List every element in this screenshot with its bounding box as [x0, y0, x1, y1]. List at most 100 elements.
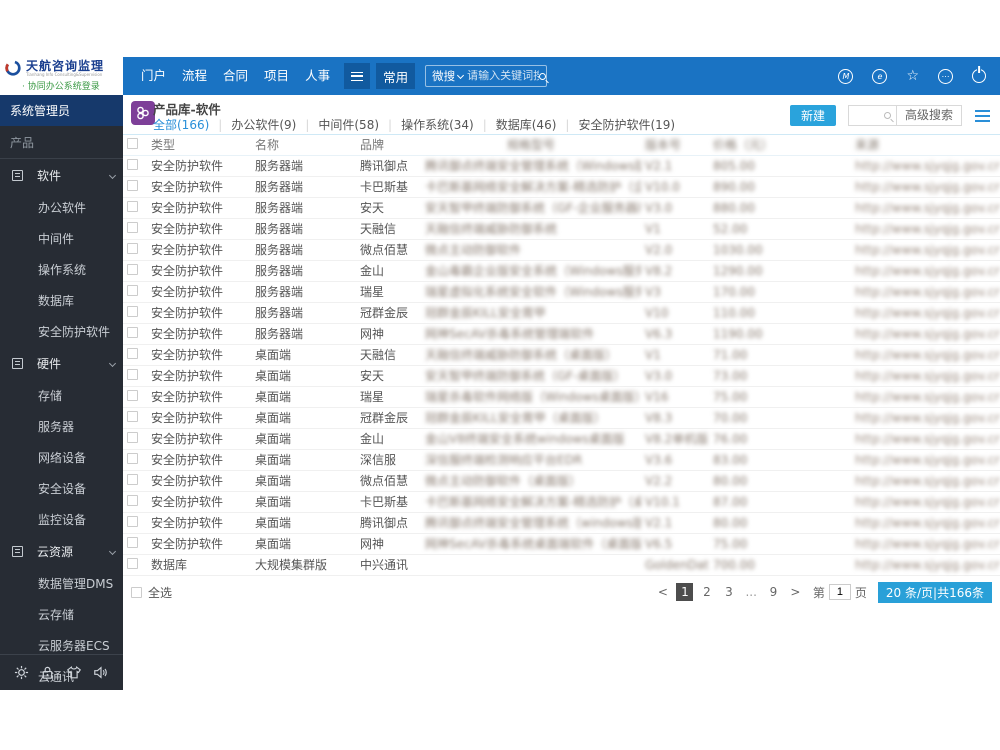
table-row[interactable]: 安全防护软件 服务器端 天融信 天融信终端威胁防御系统 V1 52.00 htt…: [123, 218, 1000, 240]
sidebar-item[interactable]: 硬件: [0, 347, 123, 380]
sidebar-item[interactable]: 监控设备: [0, 504, 123, 535]
m-badge-icon[interactable]: M: [838, 68, 854, 84]
page-button[interactable]: 1: [676, 583, 694, 601]
nav-item[interactable]: 人事: [297, 57, 338, 95]
row-checkbox[interactable]: [127, 158, 138, 170]
menu-toggle-button[interactable]: [344, 63, 371, 89]
row-checkbox[interactable]: [127, 557, 138, 569]
column-header-brand[interactable]: 品牌: [356, 135, 421, 156]
table-row[interactable]: 安全防护软件 桌面端 金山 金山V8终端安全系统windows桌面版 V8.2单…: [123, 428, 1000, 450]
sidebar-item[interactable]: 存储: [0, 380, 123, 411]
row-checkbox[interactable]: [127, 431, 138, 443]
row-checkbox[interactable]: [127, 536, 138, 548]
table-row[interactable]: 安全防护软件 服务器端 网神 网神SecAV杀毒系统管理端软件 V6.3 119…: [123, 323, 1000, 345]
page-size-summary-badge[interactable]: 20 条/页|共166条: [877, 581, 992, 603]
page-button[interactable]: ...: [742, 583, 759, 601]
page-button[interactable]: 9: [765, 583, 782, 601]
advanced-search-button[interactable]: 高级搜索: [895, 106, 961, 125]
table-row[interactable]: 安全防护软件 桌面端 卡巴斯基 卡巴斯基网络安全解决方案-精选防护（桌面） - …: [123, 491, 1000, 513]
row-checkbox[interactable]: [127, 452, 138, 464]
new-button[interactable]: 新建: [789, 105, 836, 126]
role-header[interactable]: 系统管理员: [0, 95, 123, 126]
global-search-input[interactable]: [467, 70, 540, 82]
table-row[interactable]: 安全防护软件 桌面端 冠群金辰 冠群金辰KILL安全胄甲（桌面版） V8.3 7…: [123, 407, 1000, 429]
sidebar-item[interactable]: 办公软件: [0, 192, 123, 223]
pinned-tab[interactable]: 常用: [376, 63, 416, 89]
table-row[interactable]: 安全防护软件 桌面端 深信服 深信服终端检测响应平台EDR V3.6 83.00…: [123, 449, 1000, 471]
nav-item[interactable]: 合同: [215, 57, 256, 95]
power-logout-icon[interactable]: [972, 69, 986, 83]
column-header-type[interactable]: 类型: [147, 135, 251, 156]
nav-item[interactable]: 门户: [133, 57, 174, 95]
header-checkbox[interactable]: [127, 137, 138, 149]
column-header-name[interactable]: 名称: [251, 135, 356, 156]
row-checkbox[interactable]: [127, 515, 138, 527]
sidebar-item[interactable]: 服务器: [0, 411, 123, 442]
category-tab[interactable]: 全部(166): [153, 116, 209, 133]
row-checkbox[interactable]: [127, 200, 138, 212]
table-row[interactable]: 安全防护软件 服务器端 冠群金辰 冠群金辰KILL安全胄甲 V10 110.00…: [123, 302, 1000, 324]
sidebar-item[interactable]: 软件: [0, 159, 123, 192]
table-row[interactable]: 安全防护软件 桌面端 天融信 天融信终端威胁防御系统（桌面版） V1 71.00…: [123, 344, 1000, 366]
favorites-star-icon[interactable]: ☆: [906, 69, 919, 83]
row-checkbox[interactable]: [127, 284, 138, 296]
category-tab[interactable]: 数据库(46): [474, 116, 557, 133]
table-row[interactable]: 安全防护软件 服务器端 微点佰慧 微点主动防御软件 V2.0 1030.00 h…: [123, 239, 1000, 261]
table-row[interactable]: 安全防护软件 桌面端 微点佰慧 微点主动防御软件（桌面版） V2.2 80.00…: [123, 470, 1000, 492]
row-checkbox[interactable]: [127, 242, 138, 254]
column-header-source-blurred[interactable]: 来源: [851, 135, 1000, 156]
table-row[interactable]: 安全防护软件 服务器端 瑞星 瑞星虚拟化系统安全软件（Windows服务器） V…: [123, 281, 1000, 303]
table-row[interactable]: 安全防护软件 服务器端 腾讯御点 腾讯御点终端安全管理系统（Windows版） …: [123, 155, 1000, 177]
row-checkbox[interactable]: [127, 221, 138, 233]
column-header-version-blurred[interactable]: 版本号: [641, 135, 709, 156]
table-row[interactable]: 数据库 大规模集群版 中兴通讯 GoldenData s... 700.00 h…: [123, 554, 1000, 576]
sidebar-item[interactable]: 安全设备: [0, 473, 123, 504]
page-jump-input[interactable]: [828, 584, 851, 600]
row-checkbox[interactable]: [127, 179, 138, 191]
select-all-control[interactable]: 全选: [131, 584, 172, 601]
table-row[interactable]: 安全防护软件 服务器端 安天 安天智甲终端防御系统（GF-企业服务器版） V3.…: [123, 197, 1000, 219]
table-row[interactable]: 安全防护软件 服务器端 金山 金山毒霸企业版安全系统（Windows服务器版） …: [123, 260, 1000, 282]
category-tab[interactable]: 办公软件(9): [209, 116, 296, 133]
nav-item[interactable]: 项目: [256, 57, 297, 95]
category-tab[interactable]: 操作系统(34): [379, 116, 474, 133]
row-checkbox[interactable]: [127, 389, 138, 401]
column-header-spec-blurred[interactable]: 规格型号: [421, 135, 641, 156]
row-checkbox[interactable]: [127, 305, 138, 317]
row-checkbox[interactable]: [127, 326, 138, 338]
row-checkbox[interactable]: [127, 473, 138, 485]
nav-item[interactable]: 流程: [174, 57, 215, 95]
table-row[interactable]: 安全防护软件 服务器端 卡巴斯基 卡巴斯基网络安全解决方案-精选防护（企业版） …: [123, 176, 1000, 198]
sidebar-item[interactable]: 操作系统: [0, 254, 123, 285]
gear-icon[interactable]: [14, 665, 29, 680]
page-button[interactable]: >: [787, 583, 804, 601]
volume-icon[interactable]: [93, 665, 109, 680]
global-search-box[interactable]: 微搜: [425, 65, 548, 87]
more-icon[interactable]: ⋯: [938, 68, 953, 84]
sidebar-item[interactable]: 网络设备: [0, 442, 123, 473]
sidebar-item[interactable]: 数据库: [0, 285, 123, 316]
sidebar-item[interactable]: 云资源: [0, 535, 123, 568]
page-button[interactable]: 2: [698, 583, 715, 601]
sidebar-item[interactable]: 数据管理DMS: [0, 568, 123, 599]
search-icon[interactable]: [539, 72, 547, 80]
service-icon[interactable]: e: [872, 68, 888, 84]
row-checkbox[interactable]: [127, 263, 138, 275]
row-checkbox[interactable]: [127, 368, 138, 380]
list-view-icon[interactable]: [975, 109, 990, 122]
category-tab[interactable]: 中间件(58): [296, 116, 379, 133]
column-header-price-blurred[interactable]: 价格（元）: [709, 135, 851, 156]
page-button[interactable]: <: [654, 583, 671, 601]
lock-icon[interactable]: [40, 665, 55, 680]
table-search-input[interactable]: [848, 106, 879, 125]
search-scope-dropdown[interactable]: 微搜: [432, 68, 455, 84]
category-tab[interactable]: 安全防护软件(19): [556, 116, 675, 133]
search-icon[interactable]: [883, 112, 891, 119]
sidebar-item[interactable]: 云存储: [0, 599, 123, 630]
row-checkbox[interactable]: [127, 347, 138, 359]
sidebar-item[interactable]: 安全防护软件: [0, 316, 123, 347]
table-row[interactable]: 安全防护软件 桌面端 瑞星 瑞星杀毒软件网络版（Windows桌面版） V16 …: [123, 386, 1000, 408]
table-row[interactable]: 安全防护软件 桌面端 网神 网神SecAV杀毒系统桌面端软件（桌面版） V6.5…: [123, 533, 1000, 555]
table-row[interactable]: 安全防护软件 桌面端 安天 安天智甲终端防御系统（GF-桌面版） V3.0 73…: [123, 365, 1000, 387]
sidebar-item[interactable]: 中间件: [0, 223, 123, 254]
